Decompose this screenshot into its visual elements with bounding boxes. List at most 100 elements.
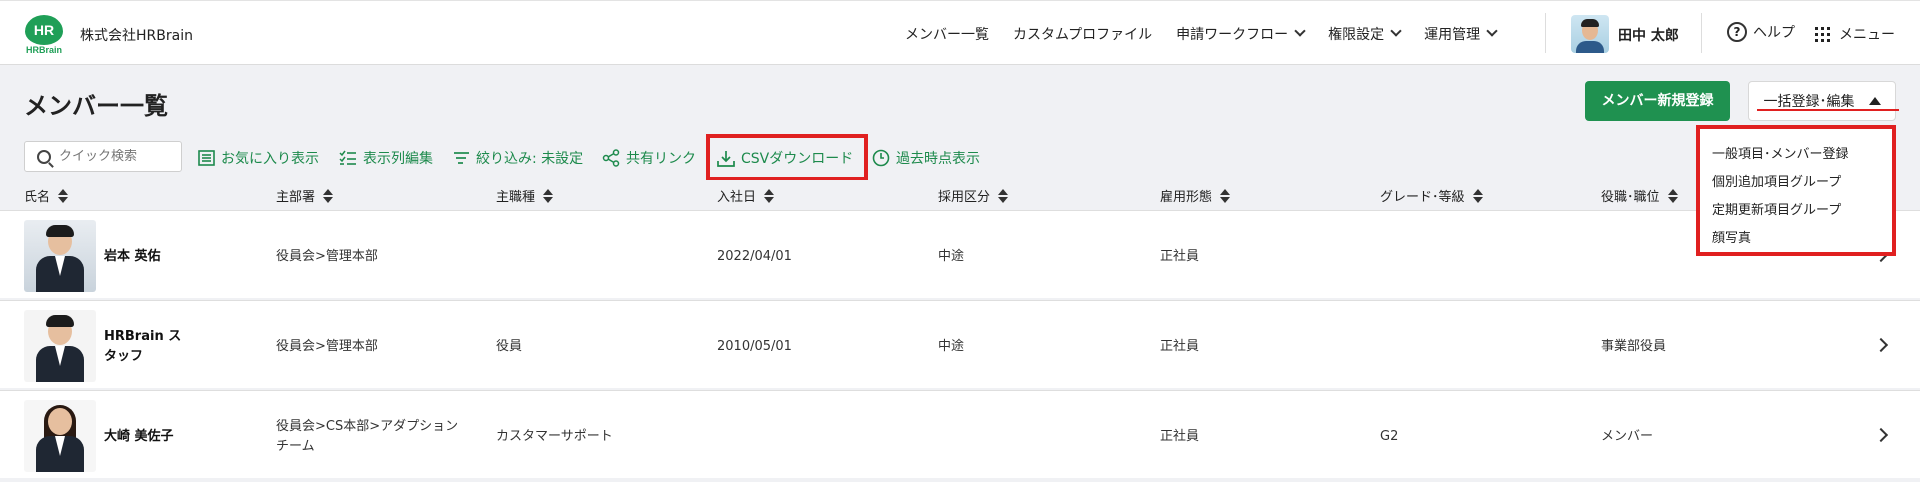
dropdown-item-general[interactable]: 一般項目･メンバー登録 <box>1712 143 1849 162</box>
member-joined: 2010/05/01 <box>717 339 792 354</box>
column-header-name[interactable]: 氏名 <box>24 186 69 205</box>
sort-icon <box>998 188 1009 203</box>
column-label: 氏名 <box>24 190 51 205</box>
column-label: 主部署 <box>276 190 316 205</box>
menu-label: メニュー <box>1839 27 1895 43</box>
nav-custom-profile[interactable]: カスタムプロファイル <box>1013 24 1152 44</box>
clock-icon <box>872 149 890 167</box>
photo-hair <box>46 315 74 327</box>
nav-workflow[interactable]: 申請ワークフロー <box>1176 24 1306 44</box>
member-employment: 正社員 <box>1160 339 1200 354</box>
edit-columns-button[interactable]: 表示列編集 <box>339 148 433 168</box>
chevron-right-icon[interactable] <box>1873 337 1889 353</box>
main-nav: メンバー一覧 カスタムプロファイル 申請ワークフロー 権限設定 運用管理 <box>905 1 1520 66</box>
nav-label: カスタムプロファイル <box>1013 26 1153 43</box>
table-row[interactable]: 大崎 美佐子 役員会>CS本部>アダプション チーム カスタマーサポート 正社員 … <box>0 390 1920 478</box>
sort-icon <box>1667 188 1678 203</box>
member-hire-type: 中途 <box>938 249 965 264</box>
user-name[interactable]: 田中 太郎 <box>1618 25 1679 45</box>
dept-line: 役員会>管理本部 <box>276 249 378 264</box>
dropdown-item-additional-group[interactable]: 個別追加項目グループ <box>1712 171 1841 190</box>
csv-highlight-box <box>706 134 868 181</box>
member-department: 役員会>管理本部 <box>276 247 378 267</box>
avatar-hair <box>1581 19 1599 27</box>
dropdown-item-photo[interactable]: 顔写真 <box>1712 227 1751 246</box>
nav-divider <box>1701 13 1702 53</box>
member-joined: 2022/04/01 <box>717 249 792 264</box>
column-label: 入社日 <box>717 190 757 205</box>
help-icon: ? <box>1727 22 1747 42</box>
filter-button[interactable]: 絞り込み: 未設定 <box>453 148 583 168</box>
edit-columns-label: 表示列編集 <box>363 151 433 167</box>
name-line: タッフ <box>104 349 144 364</box>
filter-icon <box>454 152 469 164</box>
share-link-button[interactable]: 共有リンク <box>602 148 696 168</box>
column-label: 役職･職位 <box>1601 190 1660 205</box>
name-line: 大崎 美佐子 <box>104 429 174 444</box>
search-icon <box>37 149 51 164</box>
new-member-button[interactable]: メンバー新規登録 <box>1585 81 1730 121</box>
sort-icon <box>543 188 554 203</box>
search-input[interactable] <box>59 149 179 164</box>
table-row[interactable]: HRBrain スタッフ 役員会>管理本部 役員 2010/05/01 中途 正… <box>0 300 1920 388</box>
favorites-button[interactable]: お気に入り表示 <box>198 148 319 168</box>
column-header-grade[interactable]: グレード･等級 <box>1380 186 1483 205</box>
nav-label: 権限設定 <box>1328 26 1385 43</box>
menu-button[interactable]: メニュー <box>1815 24 1895 44</box>
help-link[interactable]: ? ヘルプ <box>1727 22 1795 42</box>
column-header-department[interactable]: 主部署 <box>276 186 334 205</box>
nav-operations[interactable]: 運用管理 <box>1424 24 1498 44</box>
member-grade: G2 <box>1380 429 1399 444</box>
filter-label: 絞り込み: 未設定 <box>476 151 584 167</box>
column-label: 雇用形態 <box>1160 190 1213 205</box>
table-row[interactable]: 岩本 英佑 役員会>管理本部 2022/04/01 中途 正社員 <box>0 210 1920 298</box>
chevron-right-icon[interactable] <box>1873 427 1889 443</box>
chevron-down-icon <box>1486 25 1498 37</box>
nav-label: 運用管理 <box>1424 26 1481 43</box>
member-job: 役員 <box>496 339 523 354</box>
column-label: 採用区分 <box>938 190 991 205</box>
column-header-job[interactable]: 主職種 <box>496 186 554 205</box>
dept-line: チーム <box>276 439 315 454</box>
member-name: HRBrain スタッフ <box>104 327 181 367</box>
dept-line: 役員会>管理本部 <box>276 339 378 354</box>
member-job: カスタマーサポート <box>496 429 613 444</box>
member-photo <box>24 220 96 292</box>
name-line: 岩本 英佑 <box>104 249 161 264</box>
column-header-position[interactable]: 役職･職位 <box>1601 186 1678 205</box>
nav-member-list[interactable]: メンバー一覧 <box>905 24 989 44</box>
nav-permissions[interactable]: 権限設定 <box>1328 24 1402 44</box>
bulk-edit-label: 一括登録･編集 <box>1763 94 1855 110</box>
checklist-icon <box>339 150 356 165</box>
column-header-joined[interactable]: 入社日 <box>717 186 775 205</box>
top-bar: HR HRBrain 株式会社HRBrain メンバー一覧 カスタムプロファイル… <box>0 0 1920 65</box>
photo-hair <box>46 225 74 237</box>
grid-menu-icon <box>1815 26 1830 42</box>
member-photo <box>24 310 96 382</box>
dropdown-item-periodic-group[interactable]: 定期更新項目グループ <box>1712 199 1841 218</box>
member-employment: 正社員 <box>1160 249 1200 264</box>
member-department: 役員会>管理本部 <box>276 337 378 357</box>
caret-up-icon <box>1868 97 1881 105</box>
past-view-button[interactable]: 過去時点表示 <box>872 148 980 168</box>
list-icon <box>198 150 215 166</box>
sort-icon <box>58 188 69 203</box>
table-header: 氏名 主部署 主職種 入社日 採用区分 雇用形態 グレード･等級 役職･職位 <box>0 180 1920 210</box>
hrbrain-logo[interactable]: HR HRBrain <box>22 15 66 55</box>
past-view-label: 過去時点表示 <box>896 151 980 167</box>
member-position: 事業部役員 <box>1601 339 1667 354</box>
column-header-hire-type[interactable]: 採用区分 <box>938 186 1009 205</box>
sort-icon <box>764 188 775 203</box>
user-avatar[interactable] <box>1571 15 1609 53</box>
quick-search[interactable] <box>24 141 182 172</box>
column-header-employment[interactable]: 雇用形態 <box>1160 186 1231 205</box>
list-toolbar: お気に入り表示 表示列編集 絞り込み: 未設定 共有リンク CSVダウンロード … <box>0 136 1920 174</box>
help-label: ヘルプ <box>1753 25 1795 41</box>
nav-label: メンバー一覧 <box>905 26 989 43</box>
chevron-down-icon <box>1390 25 1402 37</box>
avatar-body <box>1576 41 1604 53</box>
bulk-edit-button[interactable]: 一括登録･編集 <box>1748 81 1896 121</box>
share-link-label: 共有リンク <box>626 151 696 167</box>
member-position: メンバー <box>1601 429 1654 444</box>
member-department: 役員会>CS本部>アダプション チーム <box>276 417 458 457</box>
